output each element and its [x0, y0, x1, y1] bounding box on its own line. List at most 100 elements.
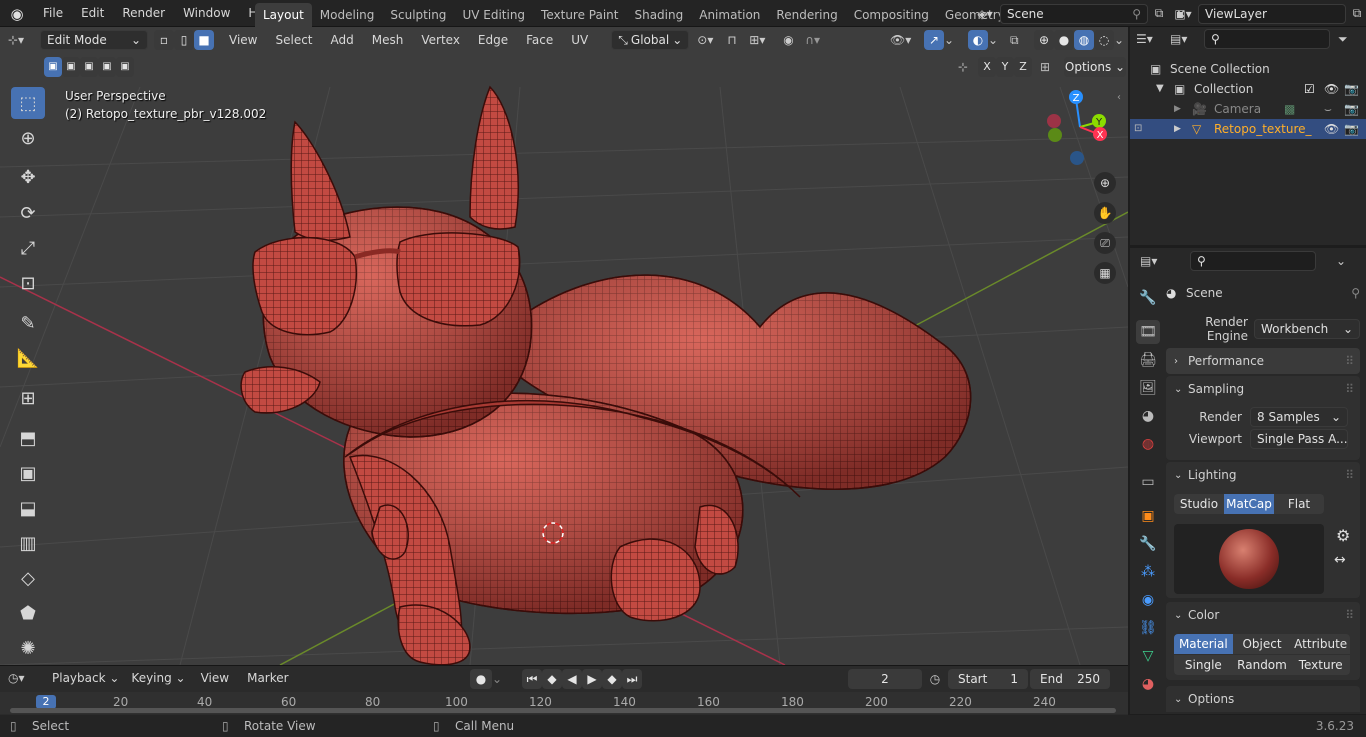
viewport-samples-select[interactable]: Single Pass A...⌄ — [1250, 429, 1348, 449]
jump-end-button[interactable]: ⏭ — [622, 669, 642, 689]
3d-viewport[interactable]: ⊹▾ Edit Mode ⌄ ▫ ▯ ■ View Select Add Mesh… — [0, 27, 1128, 665]
pin-icon[interactable]: ⚲ — [1351, 286, 1360, 300]
timeline-marker-menu[interactable]: Marker — [238, 667, 297, 689]
proportional-edit-icon[interactable]: ◉ — [783, 33, 805, 47]
camera-data-icon[interactable]: ▩ — [1284, 99, 1324, 119]
vp-menu-edge[interactable]: Edge — [469, 29, 517, 51]
pivot-icon[interactable]: ⊙▾ — [697, 33, 727, 47]
mode-selector[interactable]: Edit Mode ⌄ — [40, 30, 148, 50]
menu-edit[interactable]: Edit — [72, 0, 113, 27]
output-tab-icon[interactable]: 🖨 — [1136, 348, 1160, 372]
select-box-tool[interactable]: ⬚ — [11, 87, 45, 119]
tab-compositing[interactable]: Compositing — [846, 3, 937, 27]
pin-icon[interactable]: ⚲ — [1132, 5, 1141, 23]
camera-restrict-icon[interactable]: 📷 — [1344, 119, 1366, 139]
wireframe-shading-icon[interactable]: ⊕ — [1034, 30, 1054, 50]
color-panel-header[interactable]: ⌄ Color ⠿ — [1166, 602, 1360, 628]
solid-shading-icon[interactable]: ● — [1054, 30, 1074, 50]
render-samples-select[interactable]: 8 Samples ⌄ — [1250, 407, 1348, 427]
overlays-icon[interactable]: ◐ — [968, 30, 988, 50]
outliner-scene-collection[interactable]: ▣ Scene Collection — [1130, 59, 1366, 79]
playhead[interactable]: 2 — [36, 695, 56, 709]
transform-orientation[interactable]: ⤡ Global ⌄ — [611, 30, 690, 50]
checkbox-icon[interactable]: ☑ — [1304, 79, 1324, 99]
color-random-button[interactable]: Random — [1232, 655, 1292, 675]
eye-icon[interactable]: 👁 — [1324, 79, 1344, 99]
visibility-icon[interactable]: 👁▾ — [890, 33, 924, 47]
tab-rendering[interactable]: Rendering — [768, 3, 845, 27]
display-mode-icon[interactable]: ▤▾ — [1170, 32, 1204, 46]
material-shading-icon[interactable]: ◍ — [1074, 30, 1094, 50]
clock-icon[interactable]: ◷ — [922, 672, 948, 686]
vp-menu-uv[interactable]: UV — [562, 29, 597, 51]
auto-merge-icon[interactable]: ⊞ — [1040, 60, 1064, 74]
timeline-editor-icon[interactable]: ◷▾ — [8, 671, 42, 685]
vp-menu-mesh[interactable]: Mesh — [363, 29, 413, 51]
next-keyframe-button[interactable]: ◆ — [602, 669, 622, 689]
object-tab-icon[interactable]: ▣ — [1136, 504, 1160, 528]
collection-tab-icon[interactable]: ▭ — [1136, 470, 1160, 494]
drag-handle-icon[interactable]: ⠿ — [1345, 468, 1360, 482]
outliner-editor-icon[interactable]: ☰▾ — [1136, 32, 1170, 46]
pan-icon[interactable]: ✋ — [1094, 202, 1116, 224]
poly-build-tool[interactable]: ⬟ — [11, 597, 45, 629]
timeline-scrollbar[interactable] — [10, 708, 1116, 713]
drag-handle-icon[interactable]: ⠿ — [1345, 354, 1360, 368]
spin-tool[interactable]: ✺ — [11, 632, 45, 664]
material-tab-icon[interactable]: ◕ — [1136, 672, 1160, 696]
color-object-button[interactable]: Object — [1232, 634, 1292, 654]
timeline-view-menu[interactable]: View — [192, 667, 238, 689]
view-layer-tab-icon[interactable]: 🖼 — [1136, 376, 1160, 400]
menu-window[interactable]: Window — [174, 0, 239, 27]
outliner-collection-row[interactable]: ▼ ▣ Collection ☑ 👁 📷 — [1130, 79, 1366, 99]
lighting-panel-header[interactable]: ⌄ Lighting ⠿ — [1166, 462, 1360, 488]
current-frame-field[interactable]: 2 — [848, 669, 922, 689]
editor-type-icon[interactable]: ⊹▾ — [8, 33, 40, 47]
scene-icon[interactable]: ◈▾ — [970, 7, 1000, 21]
shading-menu-icon[interactable]: ⌄ — [1114, 33, 1128, 47]
expand-arrow-icon[interactable]: ▼ — [1156, 79, 1174, 99]
loop-cut-tool[interactable]: ▥ — [11, 527, 45, 559]
particles-tab-icon[interactable]: ⁂ — [1136, 560, 1160, 584]
move-tool[interactable]: ✥ — [11, 161, 45, 193]
mirror-icon[interactable]: ⊹ — [958, 60, 978, 74]
play-reverse-button[interactable]: ◀ — [562, 669, 582, 689]
color-attribute-button[interactable]: Attribute — [1291, 634, 1351, 654]
lighting-matcap-button[interactable]: MatCap — [1224, 494, 1274, 514]
menu-render[interactable]: Render — [113, 0, 174, 27]
add-cube-tool[interactable]: ⊞ — [11, 382, 45, 414]
gizmo-icon[interactable]: ↗ — [924, 30, 944, 50]
sampling-panel-header[interactable]: ⌄ Sampling ⠿ — [1166, 376, 1360, 402]
view-layer-icon[interactable]: ▣▾ — [1168, 7, 1198, 21]
color-texture-button[interactable]: Texture — [1291, 655, 1351, 675]
cursor-tool[interactable]: ⊕ — [11, 122, 45, 154]
properties-editor-icon[interactable]: ▤▾ — [1140, 254, 1190, 268]
tab-layout[interactable]: Layout — [255, 3, 312, 27]
play-button[interactable]: ▶ — [582, 669, 602, 689]
outliner-search[interactable]: ⚲ — [1204, 29, 1330, 49]
properties-search[interactable]: ⚲ — [1190, 251, 1316, 271]
view-layer-selector[interactable]: ViewLayer — [1198, 3, 1346, 24]
timeline-playback-menu[interactable]: Playback ⌄ — [42, 667, 125, 689]
new-view-layer-icon[interactable]: ⧉ — [1346, 6, 1366, 21]
prev-keyframe-button[interactable]: ◆ — [542, 669, 562, 689]
tab-modeling[interactable]: Modeling — [312, 3, 383, 27]
inset-tool[interactable]: ▣ — [11, 457, 45, 489]
camera-restrict-icon[interactable]: 📷 — [1344, 79, 1366, 99]
tab-animation[interactable]: Animation — [691, 3, 768, 27]
overlays-menu-icon[interactable]: ⌄ — [988, 33, 1002, 47]
eye-icon[interactable]: 👁 — [1324, 119, 1344, 139]
measure-tool[interactable]: 📐 — [11, 342, 45, 374]
world-tab-icon[interactable]: ◍ — [1136, 432, 1160, 456]
timeline-ruler[interactable]: 2 20 40 60 80 100 120 140 160 180 200 22… — [0, 692, 1128, 714]
tab-shading[interactable]: Shading — [626, 3, 691, 27]
render-engine-select[interactable]: Workbench ⌄ — [1254, 319, 1360, 339]
bevel-tool[interactable]: ⬓ — [11, 492, 45, 524]
ortho-toggle-icon[interactable]: ▦ — [1094, 262, 1116, 284]
performance-panel-header[interactable]: › Performance ⠿ — [1166, 348, 1360, 374]
mirror-x-button[interactable]: X — [978, 57, 996, 77]
snap-target-icon[interactable]: ⊞▾ — [749, 33, 775, 47]
jump-start-button[interactable]: ⏮ — [522, 669, 542, 689]
menu-file[interactable]: File — [34, 0, 72, 27]
vp-menu-vertex[interactable]: Vertex — [412, 29, 469, 51]
